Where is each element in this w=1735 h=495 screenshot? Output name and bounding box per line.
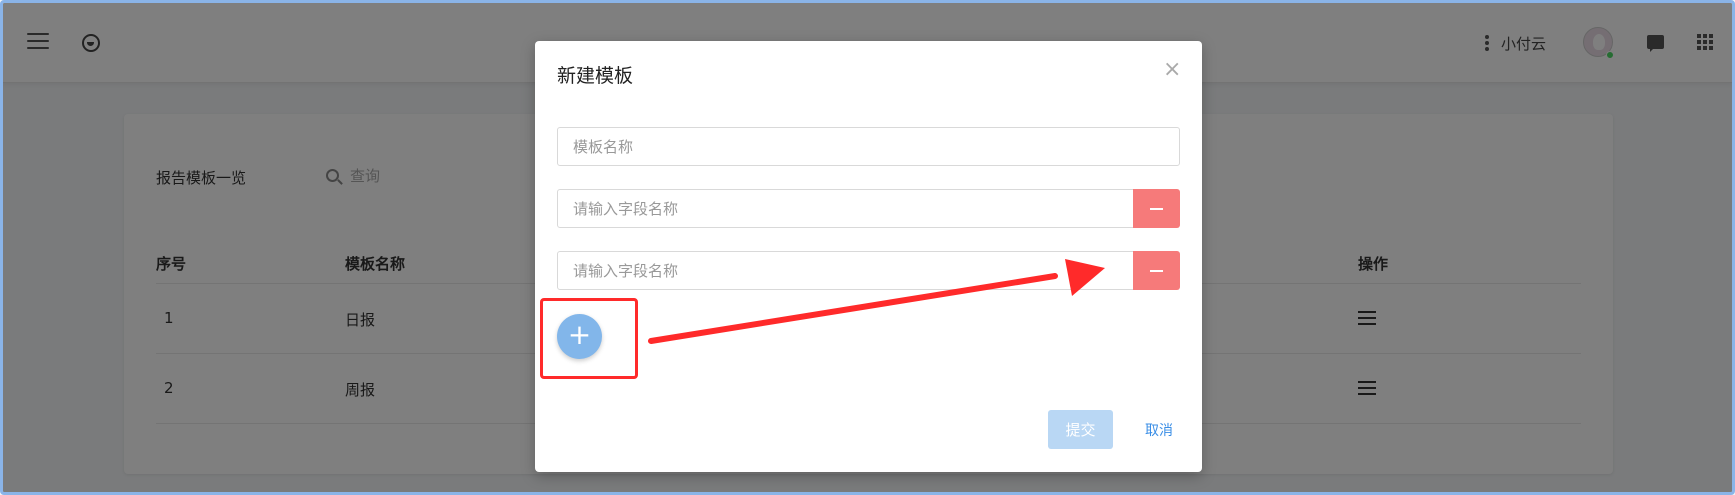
annotation-arrow [648,259,1105,344]
arrow-shaft [648,273,1058,344]
app-window: 小付云 报告模板一览 序号 模板名称 操作 1 日报 2 周报 新建模 [0,0,1735,495]
arrow-head [1065,259,1105,296]
